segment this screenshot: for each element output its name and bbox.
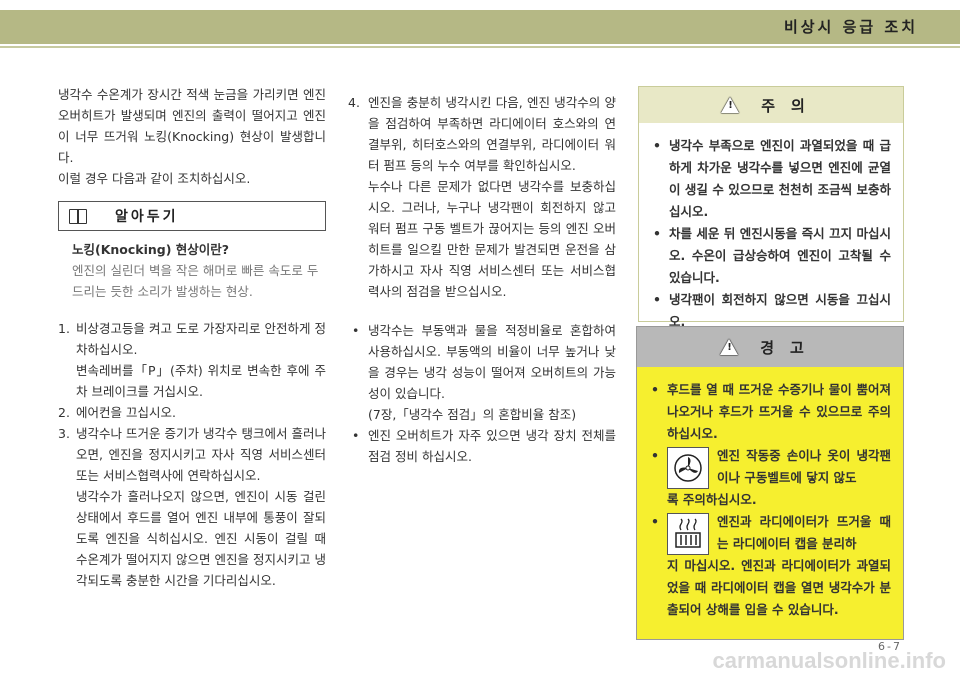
warning-item: • 후드를 열 때 뜨거운 수증기나 물이 뿜어져 나오거나 후드가 뜨거울 수… bbox=[647, 379, 891, 445]
step-number: 3. bbox=[58, 426, 70, 441]
step-item: 3. 냉각수나 뜨거운 증기가 냉각수 탱크에서 흘러나오면, 엔진을 정지시키… bbox=[58, 423, 326, 591]
warning-item: • 엔진과 라디에이터가 뜨거울 때는 라디에이터 캡을 분리하 지 마십시오.… bbox=[647, 511, 891, 621]
intro-text: 냉각수 수온계가 장시간 적색 눈금을 가리키면 엔진 오버히트가 발생되며 엔… bbox=[58, 84, 326, 189]
bullet-marker: • bbox=[653, 138, 661, 153]
hot-radiator-icon bbox=[667, 513, 709, 555]
fan-hazard-icon bbox=[667, 447, 709, 489]
memo-text: 엔진의 실린더 벽을 작은 해머로 빠른 속도로 두드리는 듯한 소리가 발생하… bbox=[72, 263, 319, 299]
caution-text: 차를 세운 뒤 엔진시동을 즉시 끄지 마십시오. 수온이 급상승하여 엔진이 … bbox=[669, 226, 891, 285]
step-text: 냉각수가 흘러나오지 않으면, 엔진이 시동 걸린 상태에서 후드를 열어 엔진… bbox=[76, 489, 326, 588]
memo-heading: 노킹(Knocking) 현상이란? bbox=[72, 242, 230, 257]
warning-title: 경고 bbox=[760, 338, 820, 357]
step-text: 엔진을 충분히 냉각시킨 다음, 엔진 냉각수의 양을 점검하여 부족하면 라디… bbox=[368, 95, 616, 173]
bullet-item: • 냉각수는 부동액과 물을 적정비율로 혼합하여 사용하십시오. 부동액의 비… bbox=[348, 320, 616, 425]
column-middle: 4. 엔진을 충분히 냉각시킨 다음, 엔진 냉각수의 양을 점검하여 부족하면… bbox=[348, 92, 616, 467]
warning-text: 록 주의하십시오. bbox=[667, 492, 757, 507]
caution-text: 냉각수 부족으로 엔진이 과열되었을 때 급하게 차가운 냉각수를 넣으면 엔진… bbox=[669, 138, 891, 219]
bullet-marker: • bbox=[352, 323, 360, 338]
step-text: 비상경고등을 켜고 도로 가장자리로 안전하게 정차하십시오. bbox=[76, 321, 326, 357]
step-number: 2. bbox=[58, 405, 70, 420]
warning-body: • 후드를 열 때 뜨거운 수증기나 물이 뿜어져 나오거나 후드가 뜨거울 수… bbox=[637, 367, 903, 621]
warning-triangle-icon: ! bbox=[720, 339, 739, 355]
step-item: 4. 엔진을 충분히 냉각시킨 다음, 엔진 냉각수의 양을 점검하여 부족하면… bbox=[348, 92, 616, 302]
step-text: 냉각수나 뜨거운 증기가 냉각수 탱크에서 흘러나오면, 엔진을 정지시키고 자… bbox=[76, 426, 326, 483]
step-text: 변속레버를「P」(주차) 위치로 변속한 후에 주차 브레이크를 거십시오. bbox=[76, 363, 326, 399]
warning-header: ! 경고 bbox=[637, 327, 903, 367]
bullet-item: • 엔진 오버히트가 자주 있으면 냉각 장치 전체를 점검 정비 하십시오. bbox=[348, 425, 616, 467]
bullet-list: • 냉각수는 부동액과 물을 적정비율로 혼합하여 사용하십시오. 부동액의 비… bbox=[348, 320, 616, 467]
step-text: 누수나 다른 문제가 없다면 냉각수를 보충하십시오. 그러나, 누구나 냉각팬… bbox=[368, 179, 616, 299]
intro-paragraph: 이럴 경우 다음과 같이 조치하십시오. bbox=[58, 171, 251, 186]
intro-paragraph: 냉각수 수온계가 장시간 적색 눈금을 가리키면 엔진 오버히트가 발생되며 엔… bbox=[58, 87, 326, 165]
warning-text: 엔진 작동중 손이나 옷이 냉각팬이나 구동벨트에 닿지 않도 bbox=[717, 448, 891, 485]
warning-text: 엔진과 라디에이터가 뜨거울 때는 라디에이터 캡을 분리하 bbox=[717, 514, 891, 551]
bullet-marker: • bbox=[651, 382, 659, 397]
caution-item: • 차를 세운 뒤 엔진시동을 즉시 끄지 마십시오. 수온이 급상승하여 엔진… bbox=[649, 223, 891, 289]
section-title: 비상시 응급 조치 bbox=[783, 18, 918, 36]
warning-box: ! 경고 • 후드를 열 때 뜨거운 수증기나 물이 뿜어져 나오거나 후드가 … bbox=[636, 326, 904, 640]
book-icon bbox=[69, 208, 87, 224]
step-item: 1. 비상경고등을 켜고 도로 가장자리로 안전하게 정차하십시오. 변속레버를… bbox=[58, 318, 326, 402]
header-divider bbox=[0, 46, 960, 48]
bullet-marker: • bbox=[352, 428, 360, 443]
bullet-marker: • bbox=[651, 448, 659, 463]
bullet-text: (7장,「냉각수 점검」의 혼합비율 참조) bbox=[368, 407, 577, 422]
step-text: 에어컨을 끄십시오. bbox=[76, 405, 176, 420]
caution-body: • 냉각수 부족으로 엔진이 과열되었을 때 급하게 차가운 냉각수를 넣으면 … bbox=[639, 123, 903, 333]
caution-title: 주의 bbox=[761, 96, 821, 115]
caution-box: ! 주의 • 냉각수 부족으로 엔진이 과열되었을 때 급하게 차가운 냉각수를… bbox=[638, 86, 904, 329]
caution-header: ! 주의 bbox=[639, 87, 903, 123]
bullet-marker: • bbox=[653, 226, 661, 241]
bullet-marker: • bbox=[651, 514, 659, 529]
step-list: 1. 비상경고등을 켜고 도로 가장자리로 안전하게 정차하십시오. 변속레버를… bbox=[58, 318, 326, 591]
step-number: 1. bbox=[58, 321, 70, 336]
memo-box: 알아두기 bbox=[58, 201, 326, 231]
warning-text: 후드를 열 때 뜨거운 수증기나 물이 뿜어져 나오거나 후드가 뜨거울 수 있… bbox=[667, 382, 891, 441]
warning-triangle-icon: ! bbox=[721, 97, 740, 113]
warning-item: • 엔진 작동중 손이나 옷이 냉각팬이나 구동벨트에 닿지 않도 록 주의하십… bbox=[647, 445, 891, 511]
caution-item: • 냉각수 부족으로 엔진이 과열되었을 때 급하게 차가운 냉각수를 넣으면 … bbox=[649, 135, 891, 223]
column-left: 냉각수 수온계가 장시간 적색 눈금을 가리키면 엔진 오버히트가 발생되며 엔… bbox=[58, 84, 326, 591]
watermark: carmanualsonline.info bbox=[712, 648, 947, 673]
memo-content: 노킹(Knocking) 현상이란? 엔진의 실린더 벽을 작은 해머로 빠른 … bbox=[58, 239, 326, 302]
step-number: 4. bbox=[348, 95, 360, 110]
warning-text: 지 마십시오. 엔진과 라디에이터가 과열되었을 때 라디에이터 캡을 열면 냉… bbox=[667, 558, 891, 617]
memo-title: 알아두기 bbox=[115, 209, 179, 225]
bullet-text: 냉각수는 부동액과 물을 적정비율로 혼합하여 사용하십시오. 부동액의 비율이… bbox=[368, 323, 616, 401]
step-item: 2. 에어컨을 끄십시오. bbox=[58, 402, 326, 423]
bullet-text: 엔진 오버히트가 자주 있으면 냉각 장치 전체를 점검 정비 하십시오. bbox=[368, 428, 616, 464]
